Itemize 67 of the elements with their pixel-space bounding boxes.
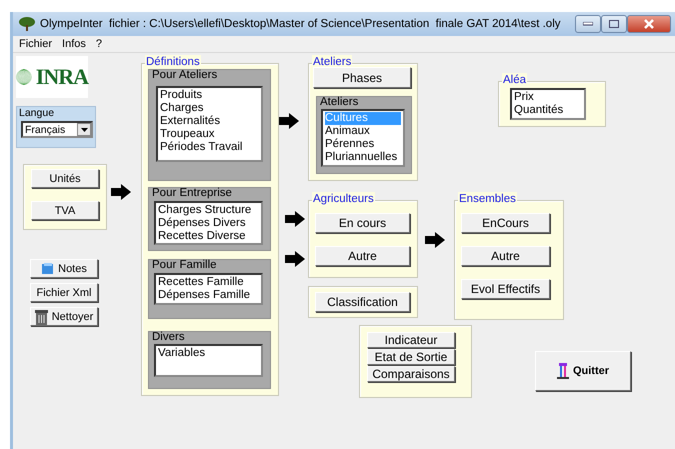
list-item[interactable]: Recettes Diverse	[158, 230, 259, 243]
language-dropdown[interactable]: Français	[21, 121, 93, 138]
button[interactable]: Unités	[31, 169, 99, 188]
list-box[interactable]: Produits Charges Externalités Troupeaux Périodes Travail	[156, 86, 263, 162]
maximize-icon	[609, 20, 619, 28]
list-item[interactable]: Quantités	[514, 104, 582, 117]
tree-icon	[19, 17, 35, 31]
arrow-icon	[425, 232, 445, 248]
button[interactable]: Fichier Xml	[30, 283, 98, 302]
button[interactable]: EnCours	[461, 213, 550, 233]
maximize-button[interactable]	[601, 15, 627, 33]
list-box[interactable]: Cultures Animaux Pérennes Pluriannuelles	[321, 109, 405, 167]
door-icon	[556, 363, 569, 379]
button[interactable]: Etat de Sortie	[367, 349, 455, 365]
list-box[interactable]: Prix Quantités	[510, 88, 586, 120]
list-box[interactable]: Variables	[154, 344, 263, 377]
notepad-icon	[41, 262, 54, 275]
menu-item[interactable]: Fichier	[19, 38, 52, 50]
button[interactable]: TVA	[31, 201, 99, 220]
list-item[interactable]: Variables	[158, 347, 259, 360]
group-title: Pour Ateliers	[152, 69, 218, 82]
list-item[interactable]: Recettes Famille	[158, 276, 259, 289]
list-item[interactable]: Prix	[514, 91, 582, 104]
group-title: Pour Entreprise	[152, 187, 232, 200]
button[interactable]: Comparaisons	[367, 366, 455, 382]
trash-icon	[34, 308, 48, 324]
window-title: OlympeInter fichier : C:\Users\ellefi\Desktop\Master of Science\Presentation finale GAT 2014\test .oly	[40, 18, 560, 30]
minimize-icon	[583, 22, 593, 26]
group-title: Ateliers	[320, 96, 358, 109]
group-title: Pour Famille	[152, 259, 217, 272]
caret-icon	[80, 128, 88, 132]
list-item[interactable]: Externalités	[160, 115, 259, 128]
list-box[interactable]: Charges Structure Dépenses Divers Recettes Diverse	[154, 201, 263, 245]
arrow-icon	[285, 251, 305, 267]
list-item[interactable]: Pluriannuelles	[325, 151, 401, 164]
list-item[interactable]: Animaux	[325, 125, 401, 138]
list-item[interactable]: Charges Structure	[158, 204, 259, 217]
list-item[interactable]: Troupeaux	[160, 128, 259, 141]
button[interactable]: Indicateur	[367, 332, 455, 348]
arrow-icon	[285, 211, 305, 227]
list-item[interactable]: Périodes Travail	[160, 141, 259, 154]
list-item[interactable]: Produits	[160, 89, 259, 102]
quit-button[interactable]: Quitter	[535, 351, 631, 391]
menu-item[interactable]: Infos	[62, 38, 86, 50]
button[interactable]: Classification	[315, 292, 410, 312]
button[interactable]: Autre	[461, 246, 550, 266]
panel-title: Agriculteurs	[312, 192, 375, 206]
list-item[interactable]: Dépenses Divers	[158, 217, 259, 230]
list-item[interactable]: Dépenses Famille	[158, 289, 259, 302]
arrow-icon	[279, 113, 299, 129]
button[interactable]: En cours	[315, 213, 410, 233]
list-item[interactable]: Pérennes	[325, 138, 401, 151]
list-box[interactable]: Recettes Famille Dépenses Famille	[154, 273, 263, 305]
list-item[interactable]: Charges	[160, 102, 259, 115]
button[interactable]: Autre	[315, 246, 410, 266]
close-icon	[644, 19, 654, 29]
group-title: Divers	[152, 331, 185, 344]
button[interactable]: Phases	[313, 67, 411, 88]
group-title: Langue	[19, 107, 54, 119]
button[interactable]: Nettoyer	[30, 307, 98, 326]
button[interactable]: Evol Effectifs	[461, 279, 550, 299]
logo-text: INRA	[36, 64, 88, 90]
button[interactable]: Notes	[30, 259, 98, 278]
close-button[interactable]	[627, 15, 671, 33]
minimize-button[interactable]	[575, 15, 601, 33]
arrow-icon	[111, 184, 131, 200]
menu-item[interactable]: ?	[96, 38, 102, 50]
